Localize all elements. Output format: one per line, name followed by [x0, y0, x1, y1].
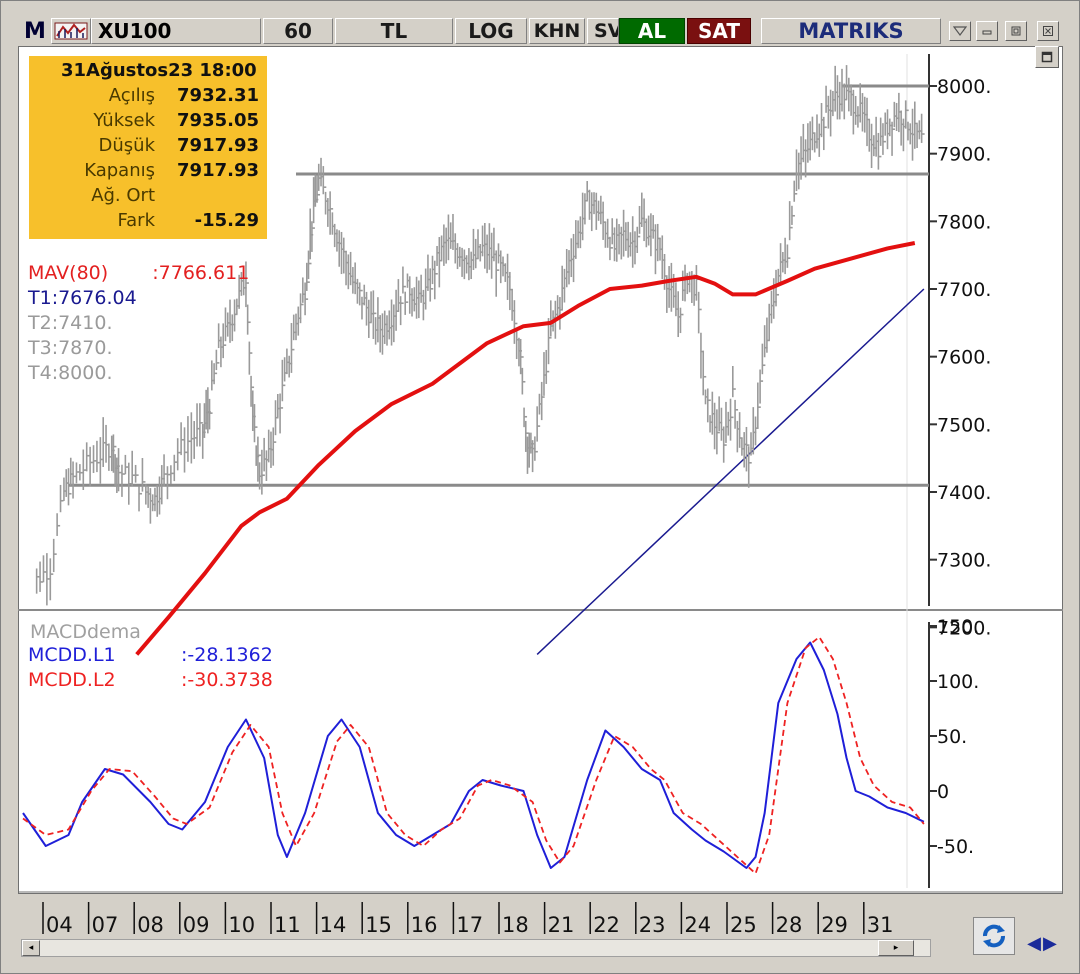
log-scale-button[interactable]: LOG: [455, 18, 527, 44]
x-tick-label: 09: [183, 913, 210, 937]
y-tick-label: 7800.: [937, 211, 991, 233]
app-logo[interactable]: M: [21, 18, 49, 44]
info-label: Düşük: [98, 135, 155, 156]
chart-window: M XU100 60 TL LOG KHN SV AL SAT MATRIKS …: [0, 0, 1080, 974]
macd-y-tick-label: 150.: [937, 616, 979, 638]
y-tick-label: 7400.: [937, 482, 991, 504]
info-value: 7917.93: [177, 135, 259, 156]
t4-legend: T4:8000.: [28, 362, 113, 384]
x-tick-label: 08: [137, 913, 164, 937]
khn-button[interactable]: KHN: [529, 18, 585, 44]
x-tick-label: 11: [274, 913, 301, 937]
mav-label: MAV(80): [28, 262, 109, 284]
scroll-thumb[interactable]: ▸: [878, 940, 914, 956]
x-tick-label: 17: [456, 913, 483, 937]
macd-series-mcdd-l1: [22, 641, 925, 869]
macd-l2-legend: MCDD.L2 :-30.3738: [28, 669, 273, 691]
x-tick-label: 22: [593, 913, 620, 937]
info-label: Fark: [117, 210, 155, 231]
info-value: 7932.31: [177, 85, 259, 106]
x-tick-label: 24: [684, 913, 711, 937]
info-row-open: Açılış 7932.31: [29, 85, 267, 110]
restore-icon[interactable]: [1005, 21, 1027, 41]
x-tick-label: 15: [365, 913, 392, 937]
macd-y-tick-label: 50.: [937, 726, 967, 748]
mav-legend: MAV(80) :7766.611: [28, 262, 249, 284]
y-tick-label: 7900.: [937, 144, 991, 166]
scroll-left-icon[interactable]: ◂: [22, 940, 40, 956]
x-tick-label: 25: [730, 913, 757, 937]
x-tick-label: 29: [821, 913, 848, 937]
x-tick-label: 16: [411, 913, 438, 937]
info-row-high: Yüksek 7935.05: [29, 110, 267, 135]
nav-arrows-icon[interactable]: ◀ ▶: [1017, 931, 1067, 955]
chart-symbol-icon[interactable]: [51, 18, 91, 44]
mav-value: :7766.611: [152, 262, 250, 284]
t3-legend: T3:7870.: [28, 337, 113, 359]
brand-label: MATRIKS: [761, 18, 941, 44]
info-row-close: Kapanış 7917.93: [29, 160, 267, 185]
info-value: -15.29: [194, 210, 259, 231]
x-tick-label: 07: [92, 913, 119, 937]
macd-l2-label: MCDD.L2: [28, 669, 116, 691]
nav-right-icon[interactable]: ▶: [1043, 933, 1057, 954]
sv-button[interactable]: SV: [587, 18, 619, 44]
y-tick-label: 7600.: [937, 347, 991, 369]
buy-button[interactable]: AL: [619, 18, 685, 44]
macd-title: MACDdema: [30, 621, 141, 643]
ohlc-info-box: 31Ağustos23 18:00 Açılış 7932.31 Yüksek …: [29, 56, 267, 239]
maximize-panel-icon[interactable]: [1035, 46, 1059, 68]
minimize-icon[interactable]: [976, 21, 998, 41]
x-tick-label: 31: [867, 913, 894, 937]
macd-l1-legend: MCDD.L1 :-28.1362: [28, 644, 273, 666]
x-tick-label: 21: [548, 913, 575, 937]
x-axis: 04 07 08 09 10 11 14 15 16 17 18 21 22 23 24 25 28 29 31: [42, 902, 894, 937]
macd-y-tick-label: -50.: [937, 836, 974, 858]
info-label: Yüksek: [93, 110, 155, 131]
macd-y-tick-label: 0: [937, 781, 949, 803]
info-label: Açılış: [108, 85, 155, 106]
y-tick-label: 8000.: [937, 76, 991, 98]
y-tick-label: 7500.: [937, 414, 991, 436]
y-tick-label: 7300.: [937, 550, 991, 572]
symbol-field[interactable]: XU100: [91, 18, 261, 44]
x-tick-label: 23: [639, 913, 666, 937]
refresh-icon[interactable]: [973, 917, 1015, 955]
info-value: 7935.05: [177, 110, 259, 131]
y-tick-label: 7700.: [937, 279, 991, 301]
dropdown-icon[interactable]: [949, 21, 971, 41]
x-tick-label: 10: [228, 913, 255, 937]
nav-left-icon[interactable]: ◀: [1027, 933, 1041, 954]
trendline-t1: [536, 288, 925, 655]
macd-l2-value: :-30.3738: [181, 669, 273, 691]
sell-button[interactable]: SAT: [687, 18, 751, 44]
info-row-low: Düşük 7917.93: [29, 135, 267, 160]
macd-y-tick-label: 100.: [937, 671, 979, 693]
info-value: 7917.93: [177, 160, 259, 181]
info-date: 31Ağustos23 18:00: [61, 60, 257, 81]
macd-l1-label: MCDD.L1: [28, 644, 116, 666]
info-label: Ağ. Ort: [91, 185, 155, 206]
period-button[interactable]: 60: [263, 18, 333, 44]
x-tick-label: 28: [776, 913, 803, 937]
macd-series-mcdd-l2: [22, 636, 925, 875]
info-label: Kapanış: [84, 160, 155, 181]
x-tick-label: 04: [46, 913, 73, 937]
t2-legend: T2:7410.: [28, 312, 113, 334]
t1-legend: T1:7676.04: [28, 287, 137, 309]
macd-l1-value: :-28.1362: [181, 644, 273, 666]
close-icon[interactable]: [1037, 21, 1059, 41]
x-tick-label: 18: [502, 913, 529, 937]
horizontal-scrollbar[interactable]: ◂ ▸: [21, 939, 931, 957]
x-tick-label: 14: [320, 913, 347, 937]
info-row-change: Fark -15.29: [29, 210, 267, 235]
info-row-avg: Ağ. Ort: [29, 185, 267, 210]
currency-button[interactable]: TL: [335, 18, 453, 44]
